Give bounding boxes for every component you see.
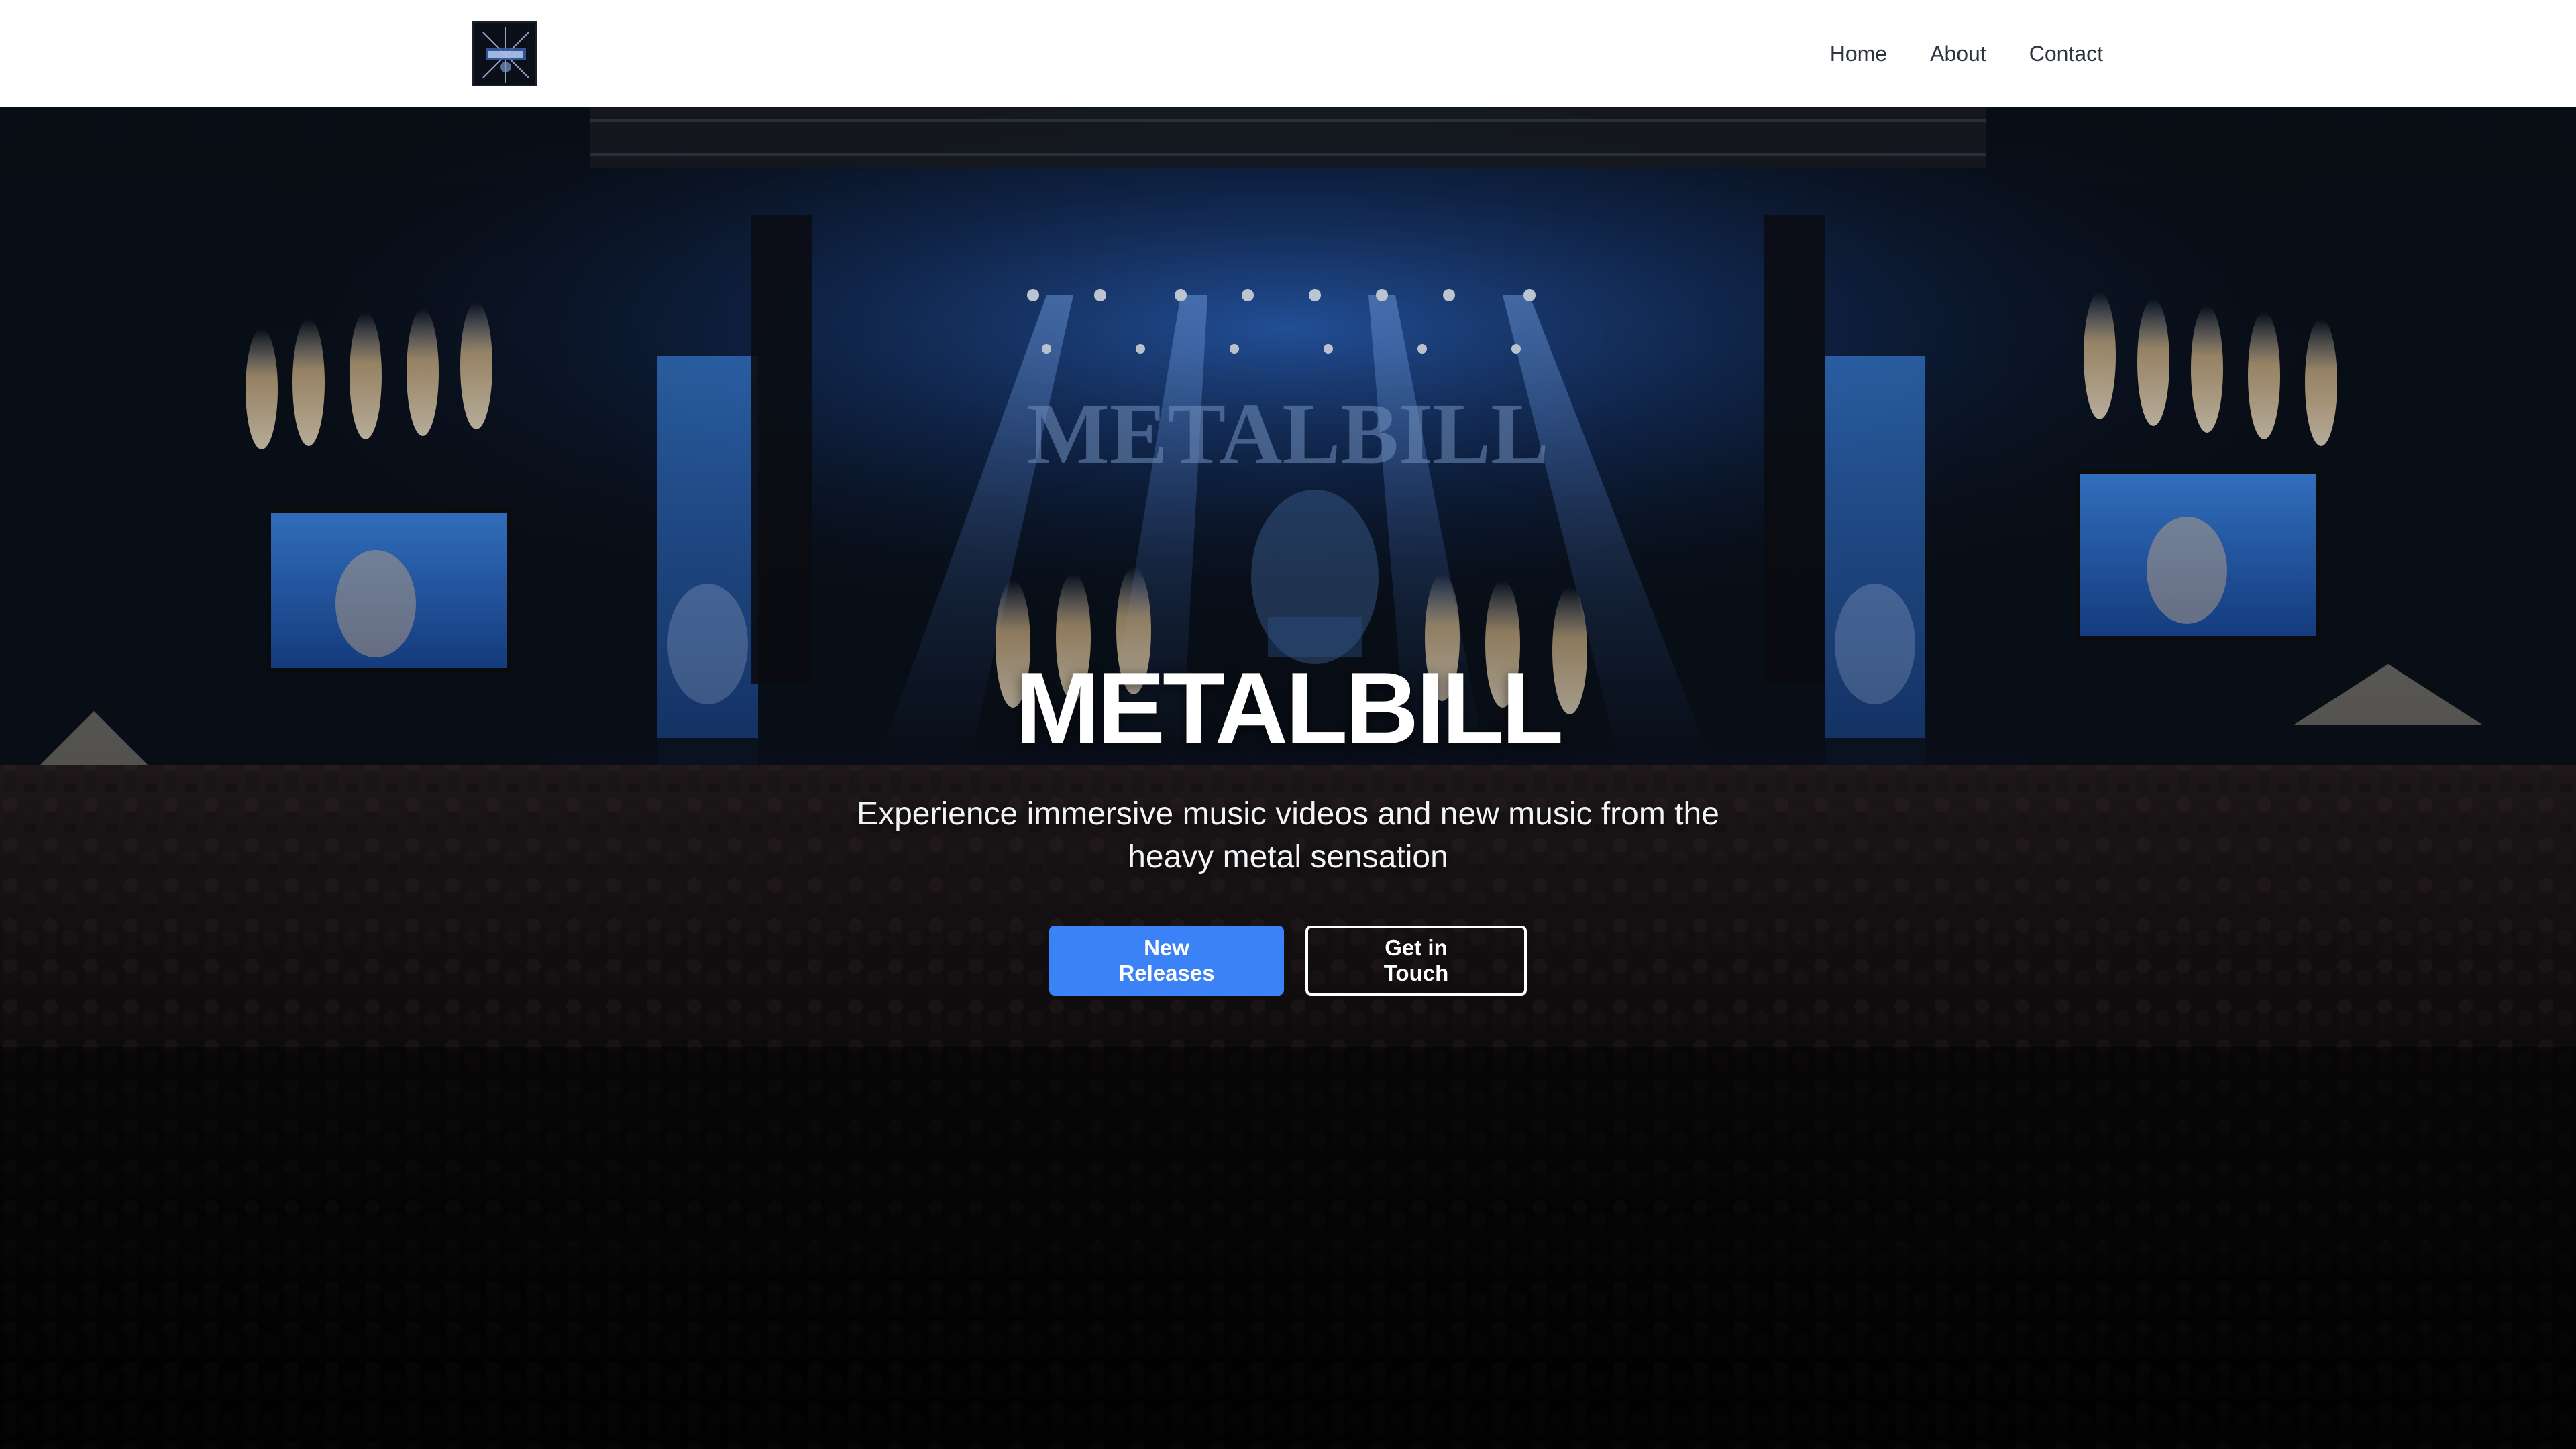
nav-link-contact[interactable]: Contact (2029, 42, 2103, 66)
hero-subtitle: Experience immersive music videos and ne… (857, 796, 1719, 875)
get-in-touch-button[interactable]: Get in Touch (1305, 926, 1527, 996)
nav-links: Home About Contact (1830, 0, 2103, 107)
top-navbar: Home About Contact (0, 0, 2576, 107)
hero-buttons: New Releases Get in Touch (0, 926, 2576, 996)
new-releases-button[interactable]: New Releases (1049, 926, 1284, 996)
nav-link-home[interactable]: Home (1830, 42, 1887, 66)
nav-link-about[interactable]: About (1930, 42, 1986, 66)
hero-content: METALBILL Experience immersive music vid… (0, 107, 2576, 1449)
metalbill-logo-icon[interactable] (472, 21, 537, 86)
hero-section: METALBILL Experience immersive music vid… (0, 107, 2576, 1449)
hero-title: METALBILL (1015, 651, 1564, 765)
